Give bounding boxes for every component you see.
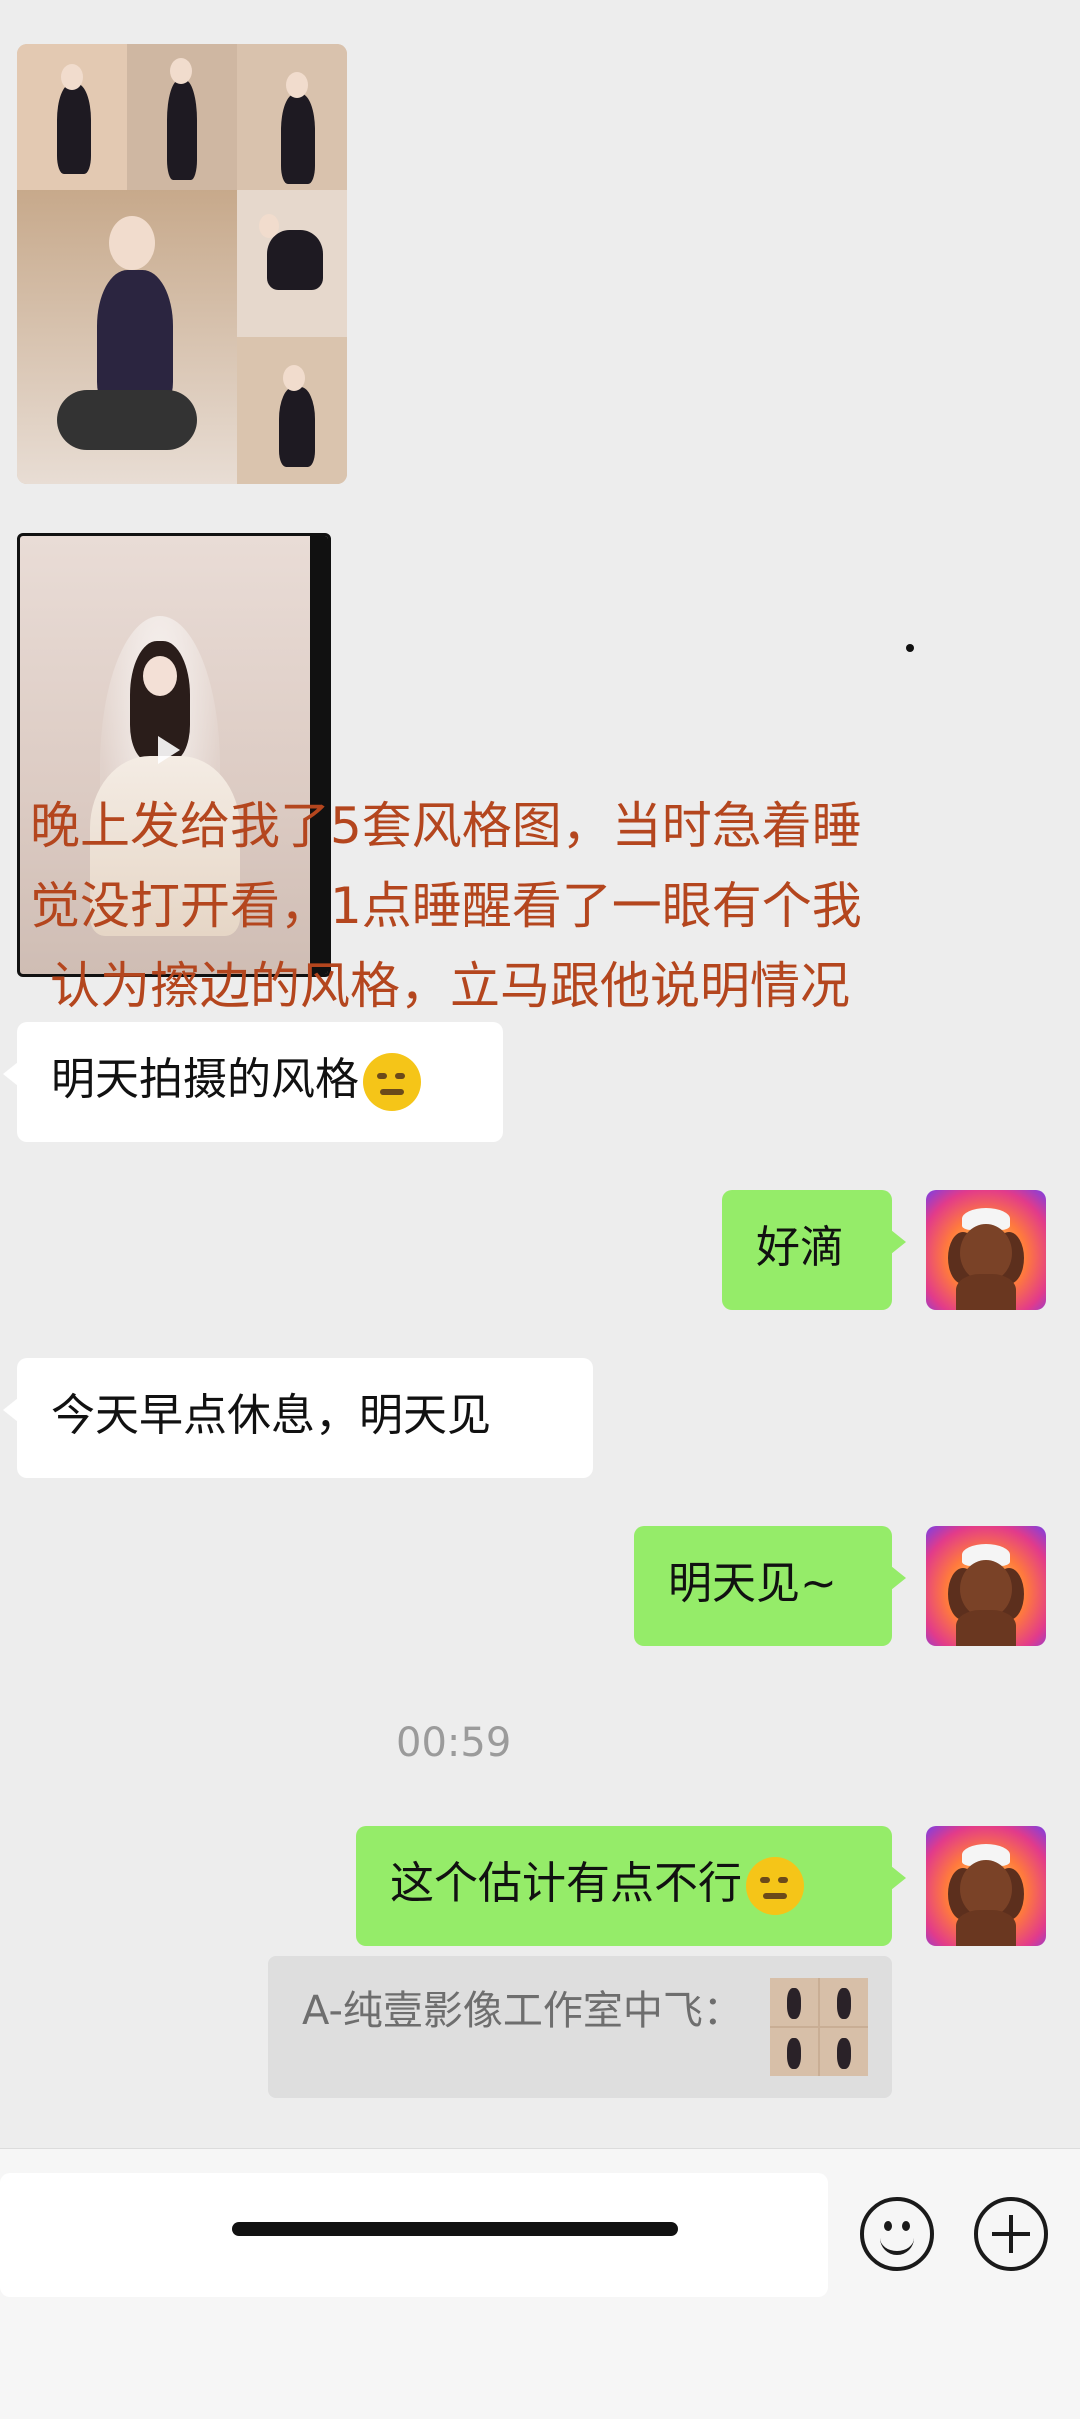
annotation-line: 觉没打开看，1点睡醒看了一眼有个我 xyxy=(30,877,862,935)
home-indicator[interactable] xyxy=(232,2222,678,2236)
timestamp: 00:59 xyxy=(396,1720,512,1766)
image-message-collage[interactable] xyxy=(17,44,347,484)
stray-dot xyxy=(906,644,914,652)
thinking-face-icon xyxy=(363,1053,421,1111)
face-with-tears-of-joy-icon xyxy=(746,1857,804,1915)
message-text: 今天早点休息，明天见 xyxy=(51,1390,491,1441)
collage-photo xyxy=(17,44,127,190)
collage-photo xyxy=(17,190,237,484)
quote-sender: A-纯壹影像工作室中飞： xyxy=(302,1988,743,2034)
collage-photo xyxy=(127,44,237,190)
message-text: 这个估计有点不行 xyxy=(390,1858,742,1909)
message-text: 明天拍摄的风格 xyxy=(51,1054,359,1105)
message-bubble-sent[interactable]: 这个估计有点不行 xyxy=(356,1826,906,1946)
message-bubble-received[interactable]: 今天早点休息，明天见 xyxy=(3,1358,593,1478)
message-bubble-sent[interactable]: 好滴 xyxy=(722,1190,906,1310)
message-bubble-received[interactable]: 明天拍摄的风格 xyxy=(3,1022,503,1142)
message-text: 明天见~ xyxy=(668,1558,837,1609)
collage-photo xyxy=(237,190,347,337)
message-bubble-sent[interactable]: 明天见~ xyxy=(634,1526,906,1646)
collage-photo xyxy=(237,337,347,484)
avatar[interactable] xyxy=(926,1526,1046,1646)
avatar[interactable] xyxy=(926,1190,1046,1310)
more-button[interactable] xyxy=(974,2197,1048,2271)
collage-photo xyxy=(237,44,347,190)
avatar[interactable] xyxy=(926,1826,1046,1946)
input-bar xyxy=(0,2148,1080,2419)
message-text: 好滴 xyxy=(756,1222,844,1273)
quote-thumbnail xyxy=(770,1978,868,2076)
annotation-overlay: 晚上发给我了5套风格图，当时急着睡 觉没打开看，1点睡醒看了一眼有个我 认为擦边… xyxy=(30,786,1010,1026)
annotation-line: 晚上发给我了5套风格图，当时急着睡 xyxy=(30,797,862,855)
annotation-line: 认为擦边的风格，立马跟他说明情况 xyxy=(50,957,850,1015)
play-icon[interactable] xyxy=(158,736,180,764)
quoted-message[interactable]: A-纯壹影像工作室中飞： xyxy=(268,1956,892,2098)
emoji-button[interactable] xyxy=(860,2197,934,2271)
